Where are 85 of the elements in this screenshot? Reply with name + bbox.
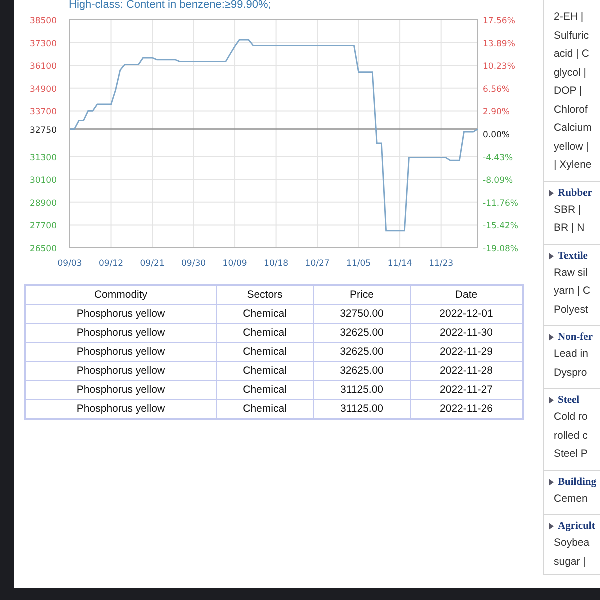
commodity-link[interactable]: | Xylene	[550, 156, 600, 174]
x-axis-label: 11/23	[429, 259, 454, 269]
column-header: Commodity	[25, 285, 216, 304]
percent-axis-label: -11.76%	[483, 198, 518, 209]
table-cell: Phosphorus yellow	[25, 380, 216, 400]
percent-axis-label: 2.90%	[483, 108, 510, 118]
y-axis-label: 38500	[30, 16, 57, 26]
category-heading[interactable]: Agricult	[558, 521, 596, 532]
x-axis-label: 10/27	[305, 259, 330, 269]
x-axis-label: 10/18	[264, 259, 289, 269]
triangle-icon	[549, 334, 554, 341]
percent-axis-label: -19.08%	[483, 244, 518, 254]
commodity-link[interactable]: Raw sil	[550, 264, 600, 282]
percent-axis-label: 6.56%	[483, 84, 510, 95]
commodity-link[interactable]: yellow |	[550, 138, 600, 156]
commodity-link[interactable]: 2-EH |	[550, 8, 600, 26]
commodity-link[interactable]: rolled c	[550, 426, 600, 445]
triangle-icon	[549, 523, 554, 530]
y-axis-label: 32750	[30, 126, 57, 136]
y-axis-label: 31300	[30, 153, 57, 164]
commodity-link[interactable]: Polyest	[550, 300, 600, 319]
category-heading[interactable]: Non-fer	[558, 332, 593, 343]
commodity-link[interactable]: Cemen	[550, 490, 600, 508]
x-axis-label: 09/21	[140, 259, 165, 269]
y-axis-label: 37300	[30, 39, 57, 50]
percent-axis-label: 10.23%	[483, 62, 516, 72]
percent-axis-label: 0.00%	[483, 130, 510, 140]
x-axis-label: 10/09	[222, 259, 248, 269]
commodity-link[interactable]: yarn | C	[550, 282, 600, 300]
triangle-icon	[549, 190, 554, 196]
commodity-link[interactable]: Sulfuric	[550, 26, 600, 45]
x-axis-label: 11/05	[346, 259, 372, 269]
y-axis-label: 27700	[30, 222, 57, 232]
commodity-link[interactable]: sugar |	[550, 552, 600, 571]
y-axis-label: 28900	[30, 198, 57, 209]
commodity-link[interactable]: SBR |	[550, 200, 600, 219]
commodity-link[interactable]: acid | C	[550, 45, 600, 64]
commodity-link[interactable]: DOP |	[550, 82, 600, 100]
table-cell: Phosphorus yellow	[25, 304, 216, 324]
y-axis-label: 30100	[30, 176, 57, 186]
triangle-icon	[549, 397, 554, 404]
column-header: Sectors	[216, 285, 314, 304]
table-cell: Chemical	[216, 342, 314, 362]
chart-title: High-class: Content in benzene:≥99.90%;	[68, 0, 272, 12]
column-header: Price	[314, 285, 410, 304]
triangle-icon	[549, 252, 554, 260]
table-cell: 32625.00	[314, 324, 410, 342]
table-cell: 32750.00	[314, 304, 410, 324]
commodity-link[interactable]: Steel P	[550, 445, 600, 464]
commodity-link[interactable]: Calcium	[550, 119, 600, 138]
table-cell: Phosphorus yellow	[25, 362, 216, 380]
percent-axis-label: -8.09%	[483, 176, 514, 186]
y-axis-label: 34900	[30, 84, 57, 95]
percent-axis-label: -15.42%	[483, 222, 518, 232]
percent-axis-label: 13.89%	[483, 39, 516, 50]
table-cell: Phosphorus yellow	[25, 324, 216, 342]
table-cell: 32625.00	[314, 362, 410, 380]
y-axis-label: 26500	[30, 244, 57, 254]
commodity-link[interactable]: Lead in	[550, 345, 600, 364]
table-cell: Chemical	[216, 304, 314, 324]
commodity-link[interactable]: Chlorof	[550, 100, 600, 119]
y-axis-label: 33700	[30, 108, 57, 118]
table-cell: Chemical	[216, 324, 314, 342]
table-cell: Chemical	[216, 362, 314, 380]
x-axis-label: 09/30	[182, 259, 206, 269]
table-cell: Phosphorus yellow	[25, 342, 216, 362]
table-cell: 32625.00	[314, 342, 410, 362]
triangle-icon	[549, 478, 554, 486]
x-axis-label: 09/12	[99, 259, 124, 269]
category-heading[interactable]: Rubber	[558, 188, 592, 198]
commodity-link[interactable]: glycol |	[550, 64, 600, 82]
category-heading[interactable]: Textile	[558, 250, 588, 262]
x-axis-label: 11/14	[388, 259, 412, 269]
commodity-link[interactable]: BR | N	[550, 219, 600, 238]
category-heading[interactable]: Steel	[558, 395, 580, 406]
table-cell: Chemical	[216, 380, 314, 400]
percent-axis-label: 17.56%	[483, 16, 516, 26]
table-cell: 31125.00	[314, 380, 410, 400]
commodity-link[interactable]: Dyspro	[550, 364, 600, 382]
x-axis-label: 09/03	[58, 259, 82, 269]
y-axis-label: 36100	[30, 62, 57, 72]
category-heading[interactable]: Building	[558, 476, 597, 488]
percent-axis-label: -4.43%	[483, 153, 514, 164]
commodity-link[interactable]: Cold ro	[550, 408, 600, 426]
commodity-link[interactable]: Soybea	[550, 534, 600, 552]
